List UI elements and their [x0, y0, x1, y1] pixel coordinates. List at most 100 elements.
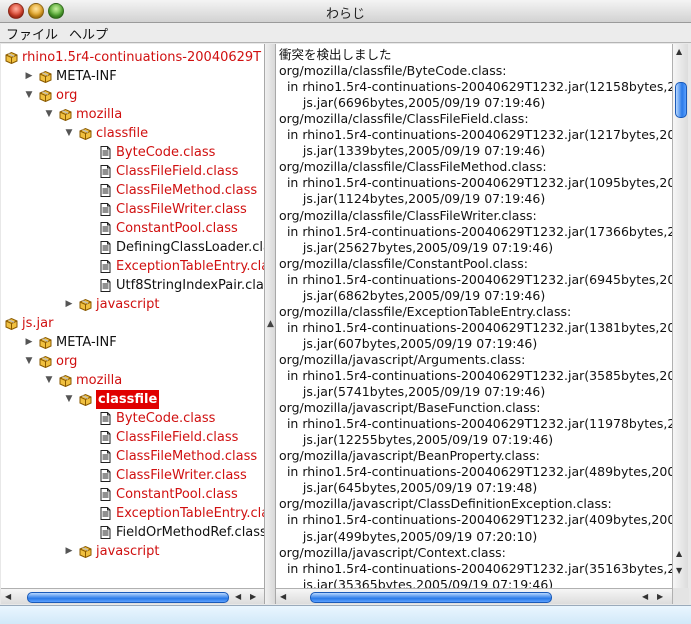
package-icon: [39, 336, 52, 349]
tree-node-label: DefiningClassLoader.class: [116, 240, 264, 255]
tree-horizontal-scroll-thumb[interactable]: [27, 592, 229, 603]
log-line: org/mozilla/classfile/ClassFileMethod.cl…: [279, 159, 547, 175]
tree-node[interactable]: ExceptionTableEntry.class: [1, 504, 264, 523]
tree-node[interactable]: ClassFileField.class: [1, 162, 264, 181]
log-vertical-scrollbar[interactable]: ▲ ▲ ▼: [672, 44, 688, 588]
tree-node-label: ExceptionTableEntry.class: [116, 506, 264, 521]
tree-node[interactable]: DefiningClassLoader.class: [1, 238, 264, 257]
expand-down-arrow-icon[interactable]: ▼: [64, 390, 74, 409]
tree-node-label: META-INF: [56, 69, 117, 84]
tree-node-label: ConstantPool.class: [116, 221, 238, 236]
tree-node[interactable]: ▼ org: [1, 86, 264, 105]
tree-node[interactable]: ▼ org: [1, 352, 264, 371]
tree-node-label: org: [56, 354, 78, 369]
expand-down-arrow-icon[interactable]: ▼: [44, 371, 54, 390]
tree-node-label: ClassFileWriter.class: [116, 202, 247, 217]
tree-node[interactable]: ▶ META-INF: [1, 333, 264, 352]
menu-file[interactable]: ファイル: [6, 24, 58, 43]
log-line: js.jar(6696bytes,2005/09/19 07:19:46): [279, 95, 546, 111]
log-horizontal-scroll-thumb[interactable]: [310, 592, 552, 603]
scroll-right-arrow-icon[interactable]: ▶: [250, 592, 256, 601]
tree-node[interactable]: ▼ mozilla: [1, 105, 264, 124]
collapsed-right-arrow-icon[interactable]: ▶: [24, 333, 34, 352]
log-line: in rhino1.5r4-continuations-20040629T123…: [279, 223, 672, 239]
log-horizontal-scrollbar[interactable]: ◀ ◀ ▶: [276, 588, 672, 604]
tree-node-label: ClassFileWriter.class: [116, 468, 247, 483]
tree-horizontal-scrollbar[interactable]: ◀ ◀ ▶: [1, 588, 264, 604]
conflict-log[interactable]: 衝突を検出しました org/mozilla/classfile/ByteCode.…: [276, 44, 672, 604]
tree-node[interactable]: ByteCode.class: [1, 409, 264, 428]
resize-grip[interactable]: [672, 588, 689, 604]
tree-node-label: ByteCode.class: [116, 411, 216, 426]
tree-node[interactable]: ▼ classfile: [1, 390, 264, 409]
collapsed-right-arrow-icon[interactable]: ▶: [64, 295, 74, 314]
tree-node[interactable]: ▶ javascript: [1, 295, 264, 314]
tree-node[interactable]: ▶ META-INF: [1, 67, 264, 86]
tree-node[interactable]: ByteCode.class: [1, 143, 264, 162]
tree-node[interactable]: ClassFileWriter.class: [1, 466, 264, 485]
package-icon: [79, 127, 92, 140]
log-vertical-scroll-thumb[interactable]: [675, 82, 687, 118]
tree-node[interactable]: ▼ mozilla: [1, 371, 264, 390]
tree-node-label: ClassFileField.class: [116, 164, 239, 179]
log-line: in rhino1.5r4-continuations-20040629T123…: [279, 416, 672, 432]
scroll-left-arrow-icon[interactable]: ◀: [642, 592, 648, 601]
tree-node[interactable]: ClassFileWriter.class: [1, 200, 264, 219]
scroll-left-arrow-icon[interactable]: ◀: [280, 592, 286, 601]
expand-down-arrow-icon[interactable]: ▼: [24, 352, 34, 371]
jar-icon: [5, 317, 18, 330]
log-line: js.jar(6862bytes,2005/09/19 07:19:46): [279, 287, 546, 303]
tree-node-label: mozilla: [76, 373, 123, 388]
tree-node[interactable]: Utf8StringIndexPair.class: [1, 276, 264, 295]
tree-node[interactable]: ExceptionTableEntry.class: [1, 257, 264, 276]
scroll-down-arrow-icon[interactable]: ▼: [676, 566, 682, 575]
log-line: js.jar(25627bytes,2005/09/19 07:19:46): [279, 239, 554, 255]
collapsed-right-arrow-icon[interactable]: ▶: [64, 542, 74, 561]
log-line: js.jar(1124bytes,2005/09/19 07:19:46): [279, 191, 546, 207]
tree-node-label: classfile: [96, 390, 160, 409]
file-tree[interactable]: rhino1.5r4-continuations-20040629T ▶ META-…: [1, 44, 264, 604]
tree-node[interactable]: ▼ classfile: [1, 124, 264, 143]
tree-node[interactable]: js.jar: [1, 314, 264, 333]
expand-down-arrow-icon[interactable]: ▼: [24, 86, 34, 105]
tree-node-label: js.jar: [22, 316, 54, 331]
package-icon: [79, 393, 92, 406]
tree-node-label: ExceptionTableEntry.class: [116, 259, 264, 274]
tree-node[interactable]: ClassFileMethod.class: [1, 447, 264, 466]
desktop-strip: [0, 605, 691, 624]
scroll-left-arrow-icon[interactable]: ◀: [235, 592, 241, 601]
tree-node[interactable]: ▶ javascript: [1, 542, 264, 561]
tree-node[interactable]: ClassFileMethod.class: [1, 181, 264, 200]
scroll-up-arrow-icon[interactable]: ▲: [676, 549, 682, 558]
scroll-left-arrow-icon[interactable]: ◀: [5, 592, 11, 601]
log-line: org/mozilla/classfile/ClassFileWriter.cl…: [279, 207, 537, 223]
tree-node-label: ClassFileMethod.class: [116, 183, 258, 198]
tree-node[interactable]: ClassFileField.class: [1, 428, 264, 447]
title-bar[interactable]: わらじ: [0, 0, 691, 23]
document-icon: [100, 450, 111, 463]
tree-node[interactable]: rhino1.5r4-continuations-20040629T: [1, 48, 264, 67]
scroll-up-arrow-icon[interactable]: ▲: [676, 47, 682, 56]
log-line: org/mozilla/javascript/Arguments.class:: [279, 351, 526, 367]
menu-help[interactable]: ヘルプ: [69, 24, 108, 43]
app-window: わらじ ファイル ヘルプ rhino1.5r4-continuations-20…: [0, 0, 691, 624]
document-icon: [100, 488, 111, 501]
log-line: js.jar(1339bytes,2005/09/19 07:19:46): [279, 143, 546, 159]
collapsed-right-arrow-icon[interactable]: ▶: [24, 67, 34, 86]
split-divider[interactable]: ▲: [264, 44, 276, 604]
expand-down-arrow-icon[interactable]: ▼: [64, 124, 74, 143]
tree-node[interactable]: ConstantPool.class: [1, 219, 264, 238]
tree-node-label: javascript: [96, 297, 160, 312]
package-icon: [39, 89, 52, 102]
tree-node[interactable]: FieldOrMethodRef.class: [1, 523, 264, 542]
log-line: org/mozilla/javascript/BeanProperty.clas…: [279, 448, 540, 464]
log-line: org/mozilla/classfile/ConstantPool.class…: [279, 255, 528, 271]
log-line: org/mozilla/classfile/ByteCode.class:: [279, 63, 507, 79]
expand-down-arrow-icon[interactable]: ▼: [44, 105, 54, 124]
tree-node[interactable]: ConstantPool.class: [1, 485, 264, 504]
package-icon: [59, 108, 72, 121]
document-icon: [100, 431, 111, 444]
scroll-right-arrow-icon[interactable]: ▶: [657, 592, 663, 601]
split-collapse-arrow-icon[interactable]: ▲: [267, 319, 274, 329]
tree-node-label: ClassFileField.class: [116, 430, 239, 445]
